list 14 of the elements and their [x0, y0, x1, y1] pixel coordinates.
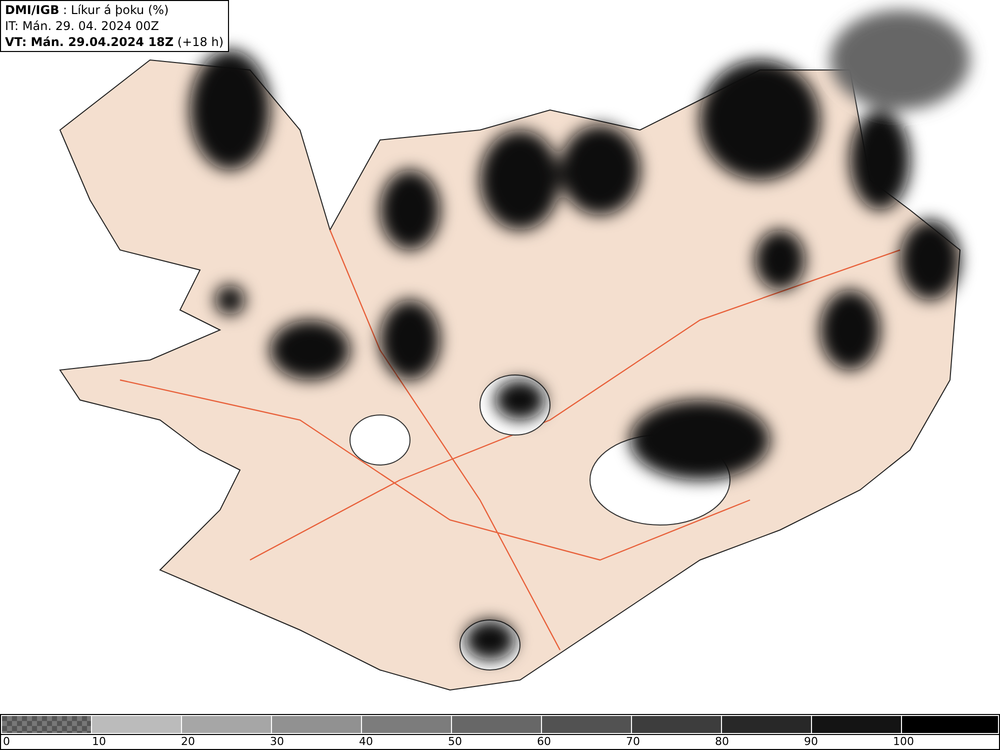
legend-label: 60 [536, 735, 552, 749]
legend-label: 90 [803, 735, 819, 749]
legend-label: 30 [269, 735, 285, 749]
legend-label: 100 [892, 735, 915, 749]
legend-label: 40 [358, 735, 374, 749]
info-line: DMI/IGB : Líkur á þoku (%) [5, 2, 170, 18]
info-line: IT: Mán. 29. 04. 2024 00Z [5, 18, 160, 34]
legend-label: 50 [447, 735, 463, 749]
legend-label: 10 [91, 735, 107, 749]
legend-label: 20 [180, 735, 196, 749]
legend-label: 0 [2, 735, 11, 749]
legend-label: 70 [625, 735, 641, 749]
info-line: VT: Mán. 29.04.2024 18Z (+18 h) [5, 34, 224, 50]
legend-label: 80 [714, 735, 730, 749]
